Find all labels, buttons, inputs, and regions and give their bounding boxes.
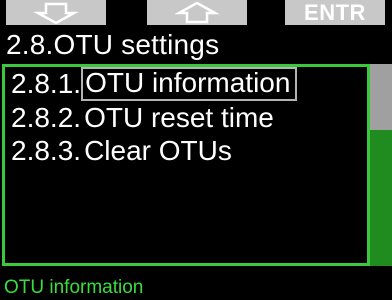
softkey-bar: ENTR bbox=[0, 0, 392, 25]
down-softkey-button[interactable] bbox=[6, 0, 106, 25]
enter-softkey-label: ENTR bbox=[304, 0, 366, 25]
page-title: 2.8.OTU settings bbox=[6, 29, 220, 60]
menu-item-clear-otus[interactable]: 2.8.3. Clear OTUs bbox=[11, 134, 235, 168]
arrow-up-icon bbox=[175, 1, 219, 23]
menu-item-label: OTU reset time bbox=[84, 102, 274, 133]
menu-item-label: OTU information bbox=[81, 67, 298, 101]
menu-item-otu-information[interactable]: 2.8.1. OTU information bbox=[11, 67, 298, 101]
enter-softkey-button[interactable]: ENTR bbox=[285, 0, 385, 25]
menu-item-otu-reset-time[interactable]: 2.8.2. OTU reset time bbox=[11, 101, 277, 135]
up-softkey-button[interactable] bbox=[147, 0, 247, 25]
menu-item-label: Clear OTUs bbox=[84, 135, 232, 166]
menu-item-number: 2.8.1. bbox=[11, 68, 82, 99]
arrow-down-icon bbox=[34, 2, 78, 24]
menu-panel: 2.8.1. OTU information 2.8.2. OTU reset ti… bbox=[2, 64, 370, 266]
menu-item-number: 2.8.3. bbox=[11, 135, 82, 166]
menu-item-number: 2.8.2. bbox=[11, 102, 82, 133]
status-description: OTU information bbox=[4, 277, 144, 298]
scrollbar-thumb[interactable] bbox=[370, 64, 392, 130]
